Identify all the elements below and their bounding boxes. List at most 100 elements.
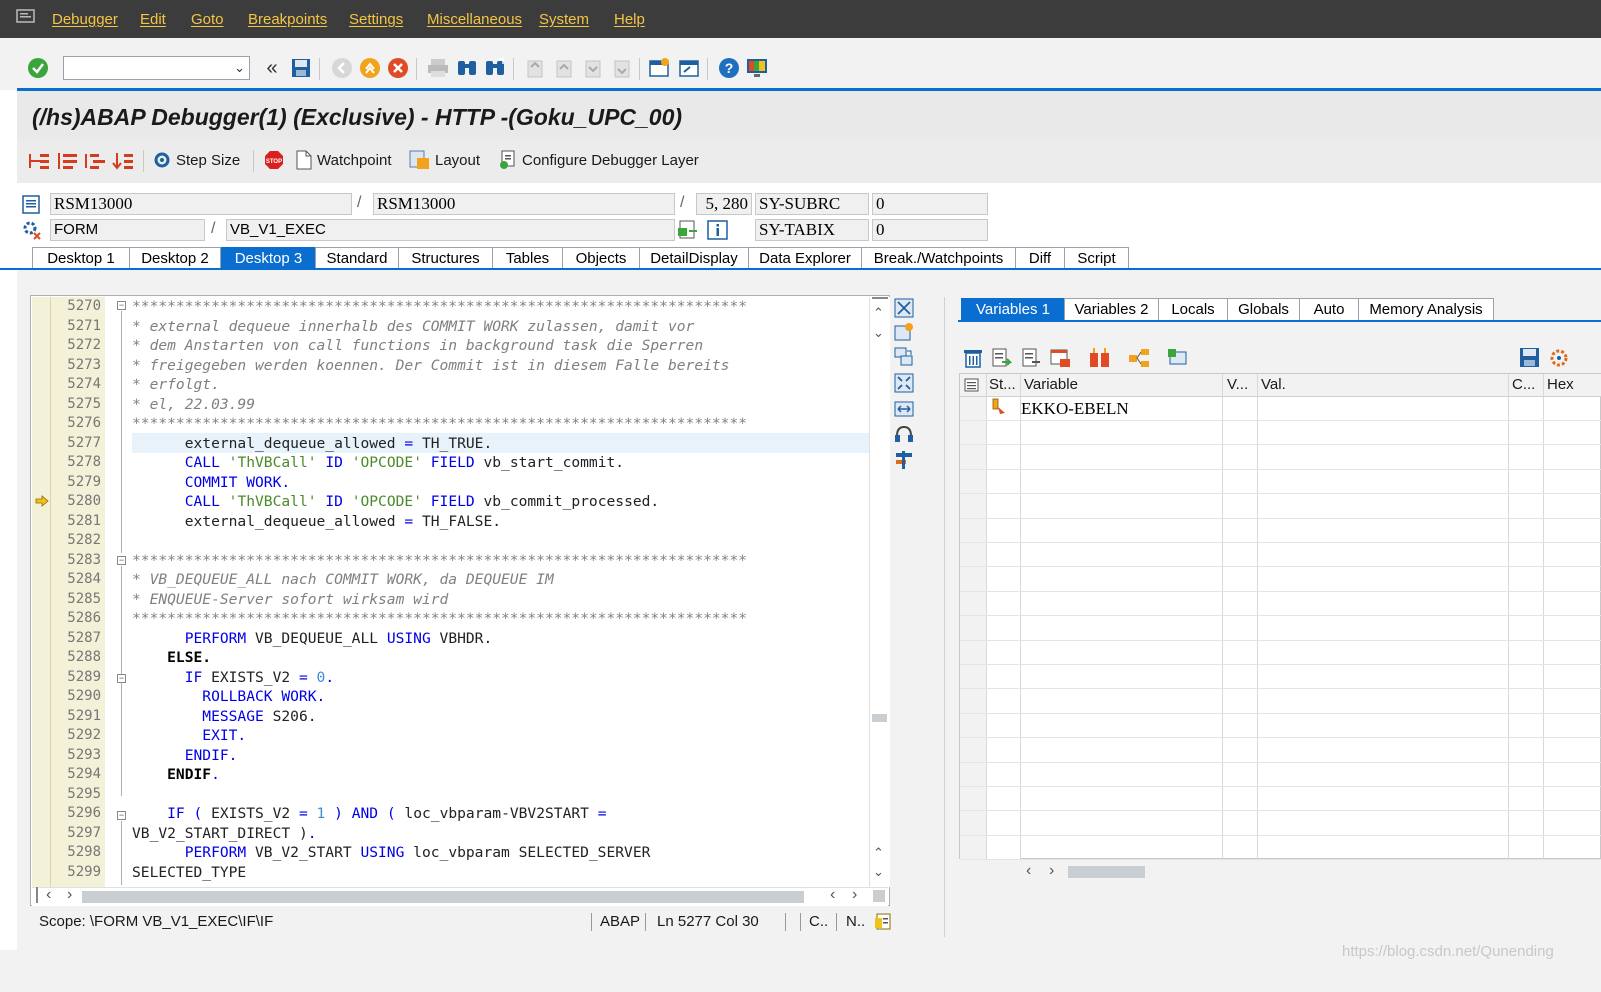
variable-name-cell[interactable]: EKKO-EBELN — [1021, 399, 1129, 419]
fold-toggle[interactable]: − — [117, 674, 126, 683]
monitor-icon[interactable] — [1167, 347, 1189, 369]
info-icon[interactable] — [707, 219, 729, 241]
import-variables-icon[interactable] — [990, 347, 1012, 369]
tab-objects[interactable]: Objects — [562, 247, 640, 269]
grid-scroll-thumb[interactable] — [1068, 866, 1145, 878]
back-icon[interactable] — [330, 56, 354, 80]
panel-divider[interactable] — [944, 297, 945, 937]
tab-auto[interactable]: Auto — [1299, 298, 1359, 321]
tab-locals[interactable]: Locals — [1158, 298, 1228, 321]
settings-icon[interactable] — [1548, 347, 1570, 369]
column-header-change[interactable]: C... — [1512, 376, 1535, 393]
table-settings-icon[interactable] — [1049, 347, 1071, 369]
menu-help[interactable]: Help — [614, 11, 645, 28]
menu-system[interactable]: System — [539, 11, 589, 28]
configure-debugger-layer-button[interactable]: Configure Debugger Layer — [498, 150, 699, 170]
export-variables-icon[interactable] — [1020, 347, 1042, 369]
first-page-icon[interactable] — [523, 56, 547, 80]
fold-toggle[interactable]: − — [117, 811, 126, 820]
scroll-left-icon[interactable]: ‹ — [46, 886, 51, 904]
history-icon[interactable] — [1088, 347, 1112, 369]
watchpoint-button[interactable]: Watchpoint — [295, 150, 391, 170]
new-tool-icon[interactable] — [894, 322, 914, 342]
tab-data-explorer[interactable]: Data Explorer — [748, 247, 862, 269]
menu-debugger[interactable]: Debugger — [52, 11, 118, 28]
scroll-thumb[interactable] — [872, 714, 887, 722]
save-variables-icon[interactable] — [1519, 347, 1541, 369]
exit-icon[interactable] — [358, 56, 382, 80]
fold-toggle[interactable]: − — [117, 556, 126, 565]
fold-toggle[interactable]: − — [117, 301, 126, 310]
command-field[interactable]: ⌄ — [63, 56, 250, 80]
select-all-icon[interactable] — [964, 377, 980, 393]
layout-button[interactable]: Layout — [409, 150, 480, 170]
customize-layout-icon[interactable] — [745, 56, 769, 80]
double-chevron-left-icon[interactable]: « — [260, 56, 284, 80]
scroll-right-icon[interactable]: › — [852, 886, 857, 904]
menu-breakpoints[interactable]: Breakpoints — [248, 11, 327, 28]
tab-detail-display[interactable]: DetailDisplay — [639, 247, 749, 269]
find-icon[interactable] — [455, 56, 479, 80]
execute-step-icon[interactable] — [55, 149, 79, 173]
source-code-icon[interactable] — [21, 193, 43, 215]
column-header-variable[interactable]: Variable — [1024, 376, 1078, 393]
tab-memory-analysis[interactable]: Memory Analysis — [1358, 298, 1494, 321]
column-header-value-type[interactable]: V... — [1227, 376, 1248, 393]
tab-variables-1[interactable]: Variables 1 — [961, 298, 1065, 321]
scroll-right-icon[interactable]: › — [67, 886, 72, 904]
tab-standard[interactable]: Standard — [315, 247, 399, 269]
tool-settings-icon[interactable] — [894, 450, 914, 470]
column-header-hex[interactable]: Hex — [1547, 376, 1574, 393]
enter-check-icon[interactable] — [26, 56, 50, 80]
tab-variables-2[interactable]: Variables 2 — [1064, 298, 1159, 321]
return-step-icon[interactable] — [83, 149, 107, 173]
continue-icon[interactable] — [111, 149, 135, 173]
menu-settings[interactable]: Settings — [349, 11, 403, 28]
tab-diff[interactable]: Diff — [1015, 247, 1065, 269]
editor-settings-icon[interactable] — [874, 913, 892, 931]
maximize-icon[interactable] — [894, 298, 914, 318]
scroll-right-icon[interactable]: › — [1049, 862, 1054, 880]
row-selector-column[interactable] — [960, 396, 986, 859]
scroll-down-icon[interactable]: ⌄ — [873, 325, 884, 341]
last-page-icon[interactable] — [610, 56, 634, 80]
editor-vertical-scrollbar[interactable] — [869, 297, 890, 887]
menu-edit[interactable]: Edit — [140, 11, 166, 28]
chevron-down-icon[interactable]: ⌄ — [234, 60, 245, 76]
step-size-button[interactable]: Step Size — [152, 150, 240, 170]
swap-tools-icon[interactable] — [894, 399, 914, 419]
hierarchy-icon[interactable] — [1127, 347, 1151, 369]
scroll-up-icon[interactable]: ⌃ — [873, 305, 884, 321]
column-header-value[interactable]: Val. — [1261, 376, 1286, 393]
find-next-icon[interactable] — [483, 56, 507, 80]
tab-break-watchpoints[interactable]: Break./Watchpoints — [861, 247, 1016, 269]
menu-miscellaneous[interactable]: Miscellaneous — [427, 11, 522, 28]
tab-desktop-1[interactable]: Desktop 1 — [32, 247, 130, 269]
help-icon[interactable]: ? — [717, 56, 741, 80]
shortcut-icon[interactable] — [677, 56, 701, 80]
previous-page-icon[interactable] — [552, 56, 576, 80]
scroll-down-icon[interactable]: ⌄ — [873, 864, 884, 880]
tab-globals[interactable]: Globals — [1227, 298, 1300, 321]
tab-desktop-2[interactable]: Desktop 2 — [129, 247, 221, 269]
save-icon[interactable] — [289, 56, 313, 80]
scroll-left-icon[interactable]: ‹ — [1026, 862, 1031, 880]
next-page-icon[interactable] — [581, 56, 605, 80]
services-icon[interactable] — [894, 424, 914, 444]
scroll-left-icon[interactable]: ‹ — [830, 886, 835, 904]
full-screen-icon[interactable] — [894, 373, 914, 393]
horizontal-scroll-thumb[interactable] — [82, 891, 804, 903]
tab-desktop-3[interactable]: Desktop 3 — [221, 247, 316, 269]
replace-tool-icon[interactable] — [894, 347, 914, 367]
create-session-icon[interactable] — [647, 56, 671, 80]
system-menu-icon[interactable] — [16, 8, 36, 24]
grid-horizontal-scrollbar[interactable] — [959, 860, 1601, 884]
menu-goto[interactable]: Goto — [191, 11, 224, 28]
stop-button[interactable]: STOP — [264, 150, 284, 170]
navigate-to-source-icon[interactable] — [677, 219, 699, 241]
single-step-icon[interactable] — [27, 149, 51, 173]
tab-script[interactable]: Script — [1064, 247, 1129, 269]
breakpoint-gutter[interactable] — [32, 297, 51, 887]
delete-icon[interactable] — [962, 347, 984, 369]
print-icon[interactable] — [426, 56, 450, 80]
